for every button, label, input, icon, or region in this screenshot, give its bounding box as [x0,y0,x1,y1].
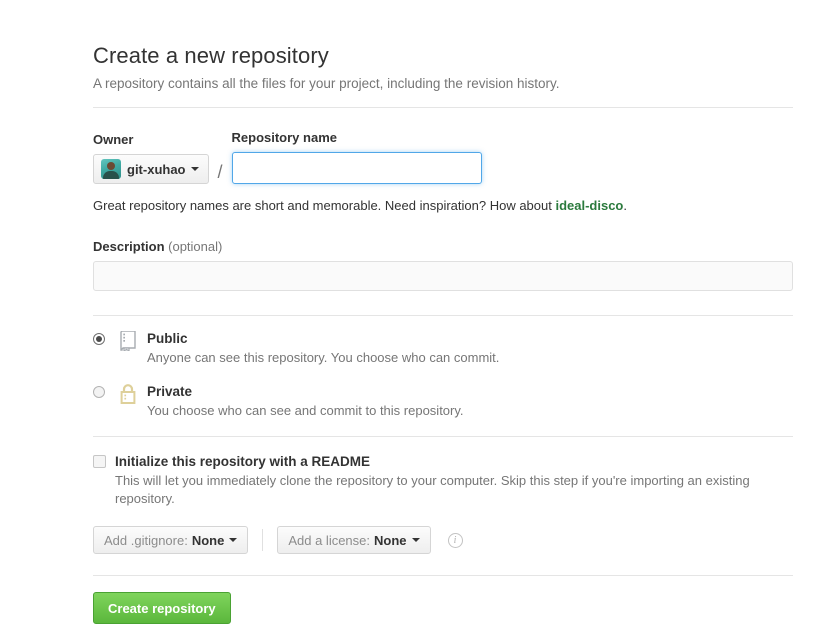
info-icon[interactable]: i [447,532,463,548]
create-repository-page: Create a new repository A repository con… [93,0,793,624]
chevron-down-icon [190,167,199,171]
radio-private[interactable] [93,386,105,398]
divider-description [93,315,793,316]
visibility-public-text: Public Anyone can see this repository. Y… [147,330,499,367]
chevron-down-icon [229,538,238,542]
user-avatar [101,159,121,179]
readme-option[interactable]: Initialize this repository with a README… [93,453,793,508]
description-field: Description (optional) [93,239,793,291]
visibility-public-title: Public [147,331,188,346]
repository-name-hint: Great repository names are short and mem… [93,197,793,215]
visibility-public-description: Anyone can see this repository. You choo… [147,350,500,365]
radio-public[interactable] [93,333,105,345]
owner-select-button[interactable]: git-xuhao [93,154,209,184]
visibility-private-title: Private [147,384,193,399]
owner-name: git-xuhao [127,161,186,177]
gitignore-value: None [191,532,225,548]
chevron-down-icon [411,538,420,542]
divider-header [93,107,793,108]
description-label-text: Description [93,239,165,254]
template-options-row: Add .gitignore: None Add a license: None… [93,526,793,554]
owner-field: Owner git-xuhao [93,132,209,184]
readme-description: This will let you immediately clone the … [115,473,750,506]
description-optional-text: (optional) [168,239,223,254]
repository-name-input[interactable] [231,152,482,184]
gitignore-prefix: Add .gitignore: [104,532,188,548]
suggested-name: ideal-disco [555,198,624,213]
readme-text: Initialize this repository with a README… [115,453,793,508]
hint-prefix: Great repository names are short and mem… [93,198,556,213]
visibility-private-text: Private You choose who can see and commi… [147,383,464,420]
visibility-options: Public Anyone can see this repository. Y… [93,330,793,420]
description-input[interactable] [93,261,793,291]
visibility-private-description: You choose who can see and commit to thi… [147,403,464,418]
readme-checkbox[interactable] [93,455,106,468]
visibility-option-public[interactable]: Public Anyone can see this repository. Y… [93,330,793,367]
owner-and-name-row: Owner git-xuhao / Repository name [93,130,793,184]
repo-book-icon [117,330,139,351]
page-subtitle: A repository contains all the files for … [93,76,560,91]
repository-name-label: Repository name [231,130,337,145]
hint-suffix: . [623,198,628,213]
readme-label: Initialize this repository with a README [115,454,371,469]
page-title: Create a new repository [93,43,329,68]
owner-name-separator: / [217,162,223,182]
create-repository-button[interactable]: Create repository [93,592,231,624]
dropdown-separator [262,529,264,551]
owner-label: Owner [93,132,134,147]
license-prefix: Add a license: [288,532,371,548]
lock-icon [117,383,139,404]
divider-footer [93,575,793,576]
description-label: Description (optional) [93,239,793,254]
divider-visibility [93,436,793,437]
gitignore-select-button[interactable]: Add .gitignore: None [93,526,249,554]
license-value: None [374,532,407,548]
license-select-button[interactable]: Add a license: None [277,526,431,554]
repository-name-field: Repository name [231,130,482,184]
visibility-option-private[interactable]: Private You choose who can see and commi… [93,383,793,420]
